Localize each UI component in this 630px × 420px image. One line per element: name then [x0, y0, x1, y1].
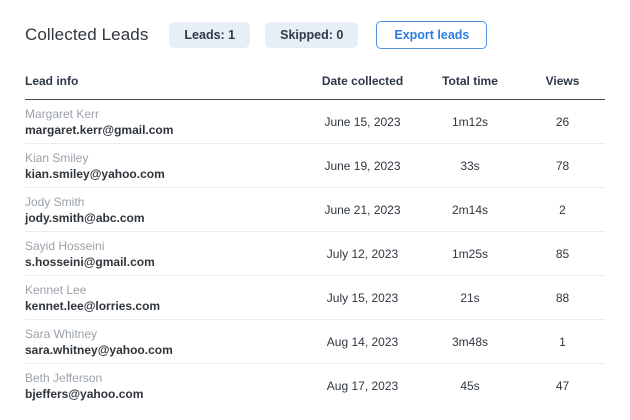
total-time-cell: 1m25s [420, 232, 520, 276]
lead-name: Jody Smith [25, 194, 305, 210]
header-bar: Collected Leads Leads: 1 Skipped: 0 Expo… [25, 22, 605, 48]
table-row: Kian Smiley kian.smiley@yahoo.com June 1… [25, 144, 605, 188]
total-time-cell: 33s [420, 144, 520, 188]
column-header-views: Views [520, 66, 605, 100]
lead-info-cell: Kian Smiley kian.smiley@yahoo.com [25, 144, 305, 188]
lead-info-cell: Margaret Kerr margaret.kerr@gmail.com [25, 100, 305, 144]
table-row: Sara Whitney sara.whitney@yahoo.com Aug … [25, 320, 605, 364]
page-title: Collected Leads [25, 25, 148, 45]
lead-name: Margaret Kerr [25, 106, 305, 122]
lead-email: kian.smiley@yahoo.com [25, 166, 305, 182]
date-collected-cell: Aug 17, 2023 [305, 364, 420, 408]
lead-info-cell: Sayid Hosseini s.hosseini@gmail.com [25, 232, 305, 276]
lead-info-cell: Sara Whitney sara.whitney@yahoo.com [25, 320, 305, 364]
views-cell: 1 [520, 320, 605, 364]
table-row: Margaret Kerr margaret.kerr@gmail.com Ju… [25, 100, 605, 144]
views-cell: 26 [520, 100, 605, 144]
collected-leads-panel: Collected Leads Leads: 1 Skipped: 0 Expo… [0, 0, 630, 408]
lead-info-cell: Kennet Lee kennet.lee@lorries.com [25, 276, 305, 320]
views-cell: 47 [520, 364, 605, 408]
leads-count-badge: Leads: 1 [169, 22, 250, 48]
total-time-cell: 1m12s [420, 100, 520, 144]
lead-email: jody.smith@abc.com [25, 210, 305, 226]
date-collected-cell: June 15, 2023 [305, 100, 420, 144]
lead-name: Sayid Hosseini [25, 238, 305, 254]
lead-name: Kian Smiley [25, 150, 305, 166]
lead-name: Beth Jefferson [25, 370, 305, 386]
total-time-cell: 21s [420, 276, 520, 320]
skipped-count-badge: Skipped: 0 [265, 22, 358, 48]
total-time-cell: 3m48s [420, 320, 520, 364]
lead-email: sara.whitney@yahoo.com [25, 342, 305, 358]
total-time-cell: 2m14s [420, 188, 520, 232]
total-time-cell: 45s [420, 364, 520, 408]
lead-email: margaret.kerr@gmail.com [25, 122, 305, 138]
views-cell: 88 [520, 276, 605, 320]
lead-info-cell: Jody Smith jody.smith@abc.com [25, 188, 305, 232]
column-header-total-time: Total time [420, 66, 520, 100]
table-row: Jody Smith jody.smith@abc.com June 21, 2… [25, 188, 605, 232]
table-row: Beth Jefferson bjeffers@yahoo.com Aug 17… [25, 364, 605, 408]
views-cell: 2 [520, 188, 605, 232]
column-header-date-collected: Date collected [305, 66, 420, 100]
lead-name: Kennet Lee [25, 282, 305, 298]
table-row: Kennet Lee kennet.lee@lorries.com July 1… [25, 276, 605, 320]
date-collected-cell: June 21, 2023 [305, 188, 420, 232]
leads-table: Lead info Date collected Total time View… [25, 66, 605, 408]
leads-table-header: Lead info Date collected Total time View… [25, 66, 605, 100]
date-collected-cell: June 19, 2023 [305, 144, 420, 188]
leads-table-body: Margaret Kerr margaret.kerr@gmail.com Ju… [25, 100, 605, 408]
date-collected-cell: Aug 14, 2023 [305, 320, 420, 364]
lead-name: Sara Whitney [25, 326, 305, 342]
lead-email: kennet.lee@lorries.com [25, 298, 305, 314]
date-collected-cell: July 15, 2023 [305, 276, 420, 320]
column-header-lead-info: Lead info [25, 66, 305, 100]
lead-email: bjeffers@yahoo.com [25, 386, 305, 402]
table-row: Sayid Hosseini s.hosseini@gmail.com July… [25, 232, 605, 276]
date-collected-cell: July 12, 2023 [305, 232, 420, 276]
views-cell: 78 [520, 144, 605, 188]
lead-email: s.hosseini@gmail.com [25, 254, 305, 270]
export-leads-button[interactable]: Export leads [376, 21, 487, 49]
lead-info-cell: Beth Jefferson bjeffers@yahoo.com [25, 364, 305, 408]
views-cell: 85 [520, 232, 605, 276]
